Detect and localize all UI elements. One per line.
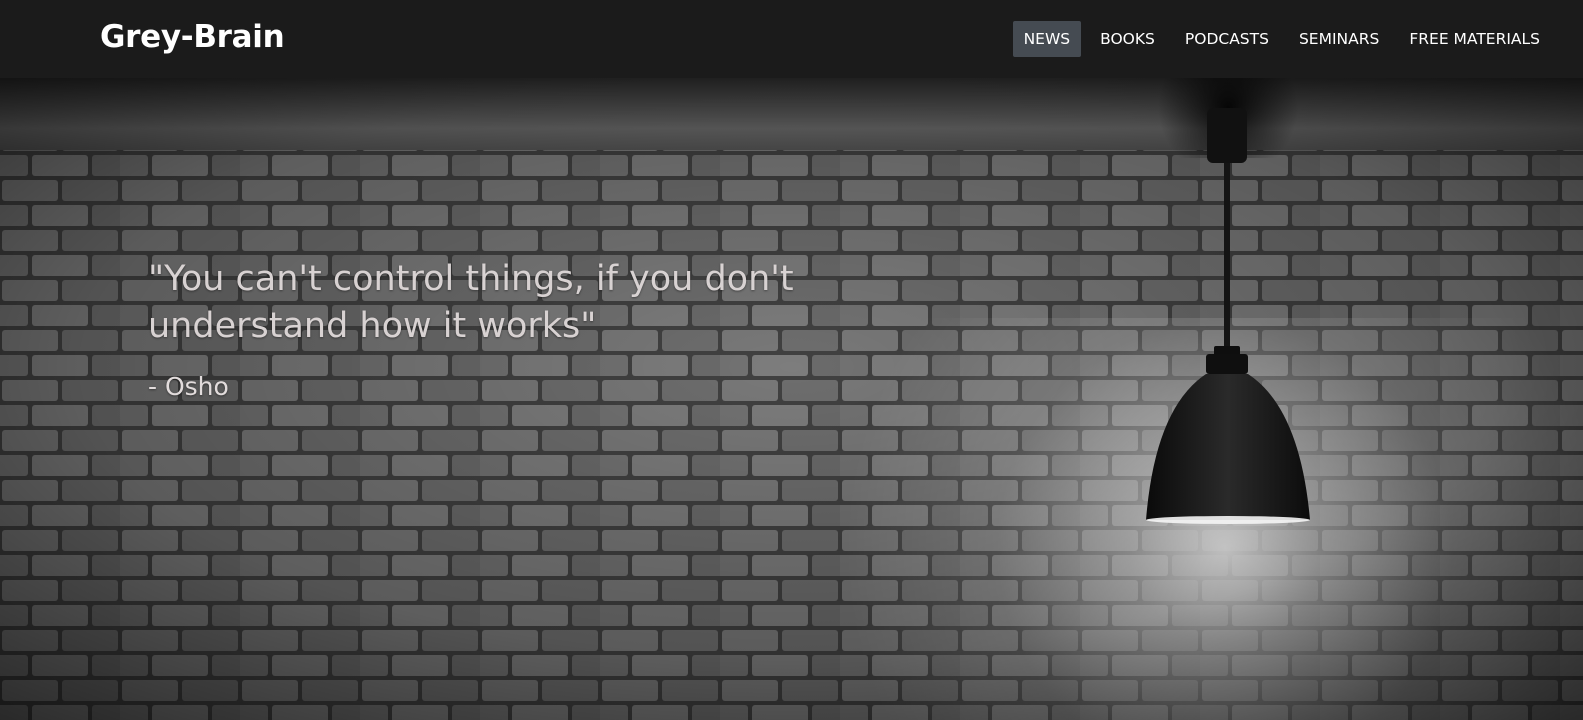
hero-section: "You can't control things, if you don't … <box>0 78 1583 720</box>
nav-links: NEWS BOOKS PODCASTS SEMINARS FREE MATERI… <box>1005 21 1551 57</box>
hero-quote: "You can't control things, if you don't … <box>148 259 794 346</box>
nav-item-books[interactable]: BOOKS <box>1089 21 1166 57</box>
quote-block: "You can't control things, if you don't … <box>148 256 868 401</box>
brand-logo-link[interactable]: Grey-Brain <box>100 19 285 55</box>
nav-item-seminars[interactable]: SEMINARS <box>1288 21 1390 57</box>
nav-item-news[interactable]: NEWS <box>1012 21 1082 57</box>
nav-item-free-materials[interactable]: FREE MATERIALS <box>1398 21 1551 57</box>
quote-author: - Osho <box>148 372 229 401</box>
nav-item-podcasts[interactable]: PODCASTS <box>1174 21 1280 57</box>
top-navbar: Grey-Brain NEWS BOOKS PODCASTS SEMINARS … <box>0 0 1583 78</box>
